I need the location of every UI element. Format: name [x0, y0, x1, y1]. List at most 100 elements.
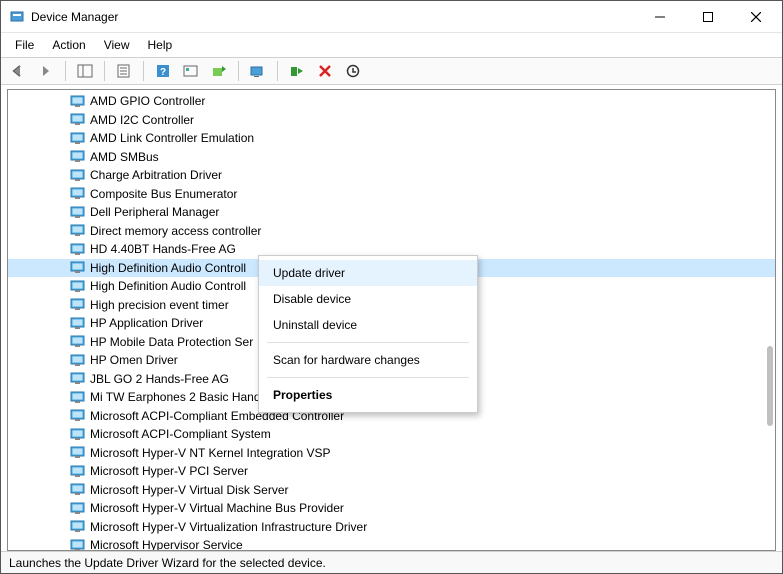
device-icon [70, 538, 86, 550]
app-icon [9, 9, 25, 25]
maximize-button[interactable] [696, 5, 720, 29]
device-icon [70, 446, 86, 460]
device-icon [70, 113, 86, 127]
toolbar-separator [143, 61, 144, 81]
device-tree-item[interactable]: Microsoft Hyper-V Virtual Disk Server [8, 481, 775, 500]
disable-device-icon[interactable] [342, 60, 364, 82]
device-tree-item[interactable]: Microsoft Hyper-V Virtual Machine Bus Pr… [8, 499, 775, 518]
device-icon [70, 298, 86, 312]
device-tree-item[interactable]: AMD Link Controller Emulation [8, 129, 775, 148]
device-tree-item[interactable]: Microsoft ACPI-Compliant System [8, 425, 775, 444]
device-tree-pane: AMD GPIO Controller AMD I2C Controller AMD… [7, 89, 776, 551]
ctx-scan-hardware[interactable]: Scan for hardware changes [259, 347, 477, 373]
device-label: Microsoft Hypervisor Service [90, 538, 243, 550]
device-label: AMD I2C Controller [90, 113, 194, 127]
device-icon [70, 168, 86, 182]
ctx-uninstall-device[interactable]: Uninstall device [259, 312, 477, 338]
context-menu: Update driver Disable device Uninstall d… [258, 255, 478, 413]
device-icon [70, 353, 86, 367]
device-icon [70, 464, 86, 478]
statusbar: Launches the Update Driver Wizard for th… [1, 551, 782, 573]
device-icon [70, 150, 86, 164]
device-label: High Definition Audio Controll [90, 279, 246, 293]
device-label: HP Mobile Data Protection Ser [90, 335, 253, 349]
device-tree-item[interactable]: Composite Bus Enumerator [8, 185, 775, 204]
ctx-separator [267, 342, 469, 343]
device-tree-item[interactable]: AMD SMBus [8, 148, 775, 167]
forward-button[interactable] [35, 60, 57, 82]
device-label: Dell Peripheral Manager [90, 205, 219, 219]
device-icon [70, 427, 86, 441]
toolbar-separator [277, 61, 278, 81]
device-icon [70, 409, 86, 423]
device-icon [70, 501, 86, 515]
device-label: Composite Bus Enumerator [90, 187, 237, 201]
device-label: Direct memory access controller [90, 224, 261, 238]
device-tree-item[interactable]: Microsoft Hypervisor Service [8, 536, 775, 550]
scrollbar[interactable] [759, 96, 773, 544]
close-button[interactable] [744, 5, 768, 29]
toolbar-separator [104, 61, 105, 81]
titlebar: Device Manager [1, 1, 782, 33]
ctx-update-driver[interactable]: Update driver [259, 260, 477, 286]
action-icon[interactable] [180, 60, 202, 82]
device-label: JBL GO 2 Hands-Free AG [90, 372, 229, 386]
device-icon [70, 279, 86, 293]
device-label: AMD GPIO Controller [90, 94, 205, 108]
device-label: Microsoft Hyper-V PCI Server [90, 464, 248, 478]
minimize-button[interactable] [648, 5, 672, 29]
device-icon [70, 242, 86, 256]
statusbar-text: Launches the Update Driver Wizard for th… [9, 556, 326, 570]
device-icon [70, 94, 86, 108]
uninstall-device-icon[interactable] [314, 60, 336, 82]
device-tree-item[interactable]: Microsoft Hyper-V PCI Server [8, 462, 775, 481]
device-label: AMD SMBus [90, 150, 159, 164]
menu-view[interactable]: View [96, 36, 138, 54]
properties-icon[interactable] [113, 60, 135, 82]
window-title: Device Manager [31, 10, 118, 24]
toolbar: ? [1, 57, 782, 85]
device-icon [70, 224, 86, 238]
device-icon [70, 483, 86, 497]
device-label: AMD Link Controller Emulation [90, 131, 254, 145]
device-tree-item[interactable]: Microsoft Hyper-V Virtualization Infrast… [8, 518, 775, 537]
device-label: Microsoft Hyper-V Virtual Disk Server [90, 483, 289, 497]
device-tree-item[interactable]: AMD I2C Controller [8, 111, 775, 130]
device-tree-item[interactable]: Dell Peripheral Manager [8, 203, 775, 222]
device-label: Microsoft Hyper-V NT Kernel Integration … [90, 446, 331, 460]
device-label: Microsoft Hyper-V Virtualization Infrast… [90, 520, 367, 534]
menubar: File Action View Help [1, 33, 782, 57]
ctx-properties[interactable]: Properties [259, 382, 477, 408]
scroll-thumb[interactable] [767, 346, 773, 426]
device-icon [70, 205, 86, 219]
svg-text:?: ? [160, 67, 166, 78]
device-icon [70, 372, 86, 386]
ctx-disable-device[interactable]: Disable device [259, 286, 477, 312]
device-icon [70, 316, 86, 330]
device-icon [70, 390, 86, 404]
device-label: HD 4.40BT Hands-Free AG [90, 242, 236, 256]
device-icon [70, 335, 86, 349]
enable-device-icon[interactable] [286, 60, 308, 82]
menu-action[interactable]: Action [44, 36, 93, 54]
scan-hardware-icon[interactable] [247, 60, 269, 82]
update-driver-icon[interactable] [208, 60, 230, 82]
device-label: High precision event timer [90, 298, 229, 312]
device-tree-item[interactable]: Microsoft Hyper-V NT Kernel Integration … [8, 444, 775, 463]
show-hide-tree-icon[interactable] [74, 60, 96, 82]
menu-help[interactable]: Help [140, 36, 181, 54]
device-tree-item[interactable]: Charge Arbitration Driver [8, 166, 775, 185]
toolbar-separator [238, 61, 239, 81]
menu-file[interactable]: File [7, 36, 42, 54]
ctx-separator [267, 377, 469, 378]
back-button[interactable] [7, 60, 29, 82]
help-icon[interactable]: ? [152, 60, 174, 82]
device-icon [70, 520, 86, 534]
device-tree-item[interactable]: AMD GPIO Controller [8, 92, 775, 111]
device-icon [70, 187, 86, 201]
device-tree-item[interactable]: Direct memory access controller [8, 222, 775, 241]
device-label: Charge Arbitration Driver [90, 168, 222, 182]
device-label: Microsoft Hyper-V Virtual Machine Bus Pr… [90, 501, 344, 515]
device-label: HP Application Driver [90, 316, 203, 330]
device-label: HP Omen Driver [90, 353, 178, 367]
